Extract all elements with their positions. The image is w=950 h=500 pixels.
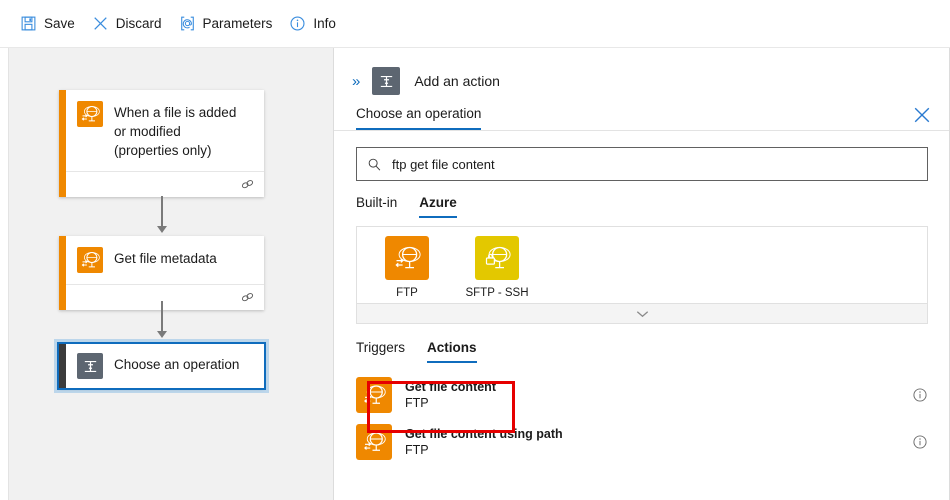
parameters-button[interactable]: Parameters xyxy=(173,7,284,41)
tab-choose-an-operation[interactable]: Choose an operation xyxy=(356,106,482,130)
add-action-icon xyxy=(77,353,103,379)
search-input[interactable] xyxy=(392,156,917,172)
save-button[interactable]: Save xyxy=(14,7,86,41)
parameters-at-icon xyxy=(180,16,194,31)
panel-header: » Add an action xyxy=(334,48,950,98)
tab-triggers-label: Triggers xyxy=(356,340,406,355)
tab-actions-label: Actions xyxy=(427,340,477,355)
discard-button-label: Discard xyxy=(115,16,162,31)
node-accent-bar xyxy=(59,90,66,197)
save-button-label: Save xyxy=(44,16,75,31)
close-x-icon[interactable] xyxy=(912,105,932,125)
tab-azure-label: Azure xyxy=(419,195,457,210)
parameters-button-label: Parameters xyxy=(202,16,273,31)
tab-actions[interactable]: Actions xyxy=(427,340,477,363)
operation-type-tabs: Triggers Actions xyxy=(334,324,950,363)
operation-connector: FTP xyxy=(405,442,429,457)
search-area xyxy=(334,131,950,181)
workflow-node-get-file-metadata[interactable]: Get file metadata xyxy=(59,236,264,310)
operation-row-text: Get file content using path FTP xyxy=(405,426,899,458)
operation-name: Get file content xyxy=(405,379,496,394)
ftp-connector-icon xyxy=(77,247,103,273)
chain-link-icon[interactable] xyxy=(240,290,255,305)
discard-x-icon xyxy=(94,17,107,30)
toolbar: Save Discard Parameters Info xyxy=(0,0,950,48)
info-circle-icon xyxy=(290,16,305,31)
add-action-panel: » Add an action Choose an operation ftp … xyxy=(333,48,950,500)
node-accent-bar xyxy=(59,344,66,388)
operation-row-get-file-content[interactable]: Get file content FTP xyxy=(334,371,950,418)
node-title: Choose an operation xyxy=(114,357,240,372)
info-circle-icon[interactable] xyxy=(912,387,928,403)
node-connector-arrow xyxy=(157,226,167,233)
connector-card-sftp-ssh[interactable]: SFTP - SSH xyxy=(461,232,533,299)
tab-choose-an-operation-label: Choose an operation xyxy=(356,106,482,121)
search-icon xyxy=(368,158,381,171)
connector-card-sftp-ssh-label: SFTP - SSH xyxy=(465,286,529,299)
node-title: Get file metadata xyxy=(114,251,217,266)
panel-sub-tabs: Choose an operation xyxy=(334,106,950,130)
collapse-connectors-bar[interactable] xyxy=(356,304,928,324)
node-connector-line xyxy=(161,301,163,333)
operation-list: Get file content FTP Get file content us… xyxy=(334,371,950,465)
add-action-icon xyxy=(372,67,401,95)
operation-name: Get file content using path xyxy=(405,426,563,441)
node-accent-bar xyxy=(59,236,66,310)
tab-built-in[interactable]: Built-in xyxy=(356,195,397,218)
tab-azure[interactable]: Azure xyxy=(419,195,457,218)
discard-button[interactable]: Discard xyxy=(86,7,173,41)
workflow-node-choose-an-operation[interactable]: Choose an operation xyxy=(57,342,266,390)
chain-link-icon[interactable] xyxy=(240,177,255,192)
info-circle-icon[interactable] xyxy=(912,434,928,450)
node-connector-arrow xyxy=(157,331,167,338)
panel-title: Add an action xyxy=(414,73,500,89)
save-icon xyxy=(21,16,36,31)
node-footer xyxy=(59,171,264,197)
tab-built-in-label: Built-in xyxy=(356,195,398,210)
sftp-ssh-connector-icon xyxy=(475,235,519,280)
connector-card-ftp-label: FTP xyxy=(396,286,418,299)
info-button-label: Info xyxy=(313,16,336,31)
ftp-connector-icon xyxy=(356,376,392,413)
workflow-canvas[interactable]: When a file is added or modified (proper… xyxy=(8,48,333,500)
node-connector-line xyxy=(161,196,163,228)
ftp-connector-icon xyxy=(385,235,429,280)
node-title: When a file is added or modified (proper… xyxy=(114,105,237,158)
info-button[interactable]: Info xyxy=(283,7,347,41)
chevron-double-right-icon[interactable]: » xyxy=(346,74,366,89)
connector-card-ftp[interactable]: FTP xyxy=(371,232,443,299)
ftp-connector-icon xyxy=(77,101,103,127)
workflow-node-trigger[interactable]: When a file is added or modified (proper… xyxy=(59,90,264,197)
operation-connector: FTP xyxy=(405,395,429,410)
operation-row-get-file-content-using-path[interactable]: Get file content using path FTP xyxy=(334,418,950,465)
logic-apps-designer: Save Discard Parameters Info When a file… xyxy=(0,0,950,500)
chevron-down-icon xyxy=(636,310,648,317)
category-tabs: Built-in Azure xyxy=(334,181,950,218)
connector-results: FTP SFTP - SSH xyxy=(356,226,928,304)
ftp-connector-icon xyxy=(356,423,392,460)
search-box[interactable] xyxy=(356,147,928,181)
operation-row-text: Get file content FTP xyxy=(405,379,899,411)
tab-triggers[interactable]: Triggers xyxy=(356,340,405,363)
